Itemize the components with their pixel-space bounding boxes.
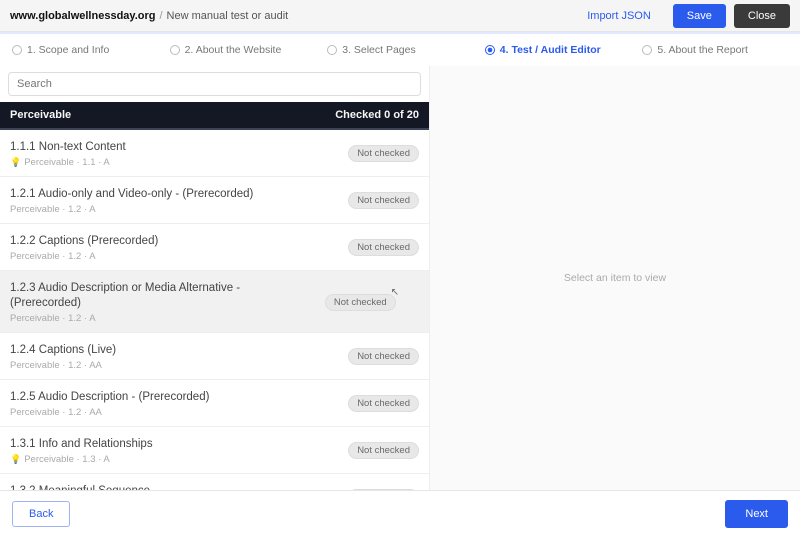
criteria-title: 1.2.4 Captions (Live) bbox=[10, 343, 116, 358]
criteria-subtitle: Perceivable · 1.2 · AA bbox=[10, 407, 209, 418]
criteria-row[interactable]: 1.2.2 Captions (Prerecorded) Perceivable … bbox=[0, 224, 429, 271]
criteria-subtitle-text: Perceivable · 1.2 · AA bbox=[10, 407, 102, 418]
status-badge: Not checked bbox=[348, 192, 419, 209]
search-input[interactable] bbox=[8, 72, 421, 96]
body: Perceivable Checked 0 of 20 1.1.1 Non-te… bbox=[0, 66, 800, 490]
right-panel: Select an item to view bbox=[430, 66, 800, 490]
bulb-icon: 💡 bbox=[10, 454, 21, 465]
criteria-title: 1.1.1 Non-text Content bbox=[10, 140, 126, 155]
left-panel: Perceivable Checked 0 of 20 1.1.1 Non-te… bbox=[0, 66, 430, 490]
criteria-subtitle-text: Perceivable · 1.2 · AA bbox=[10, 360, 102, 371]
step-label: 2. About the Website bbox=[185, 44, 282, 56]
criteria-subtitle: Perceivable · 1.2 · AA bbox=[10, 360, 116, 371]
criteria-list[interactable]: 1.1.1 Non-text Content💡Perceivable · 1.1… bbox=[0, 130, 429, 490]
group-header: Perceivable Checked 0 of 20 bbox=[0, 102, 429, 130]
step[interactable]: 1. Scope and Info bbox=[6, 44, 164, 56]
criteria-title: 1.2.1 Audio-only and Video-only - (Prere… bbox=[10, 187, 253, 202]
criteria-text: 1.2.3 Audio Description or Media Alterna… bbox=[10, 281, 310, 324]
step-label: 4. Test / Audit Editor bbox=[500, 44, 601, 56]
criteria-row[interactable]: 1.2.4 Captions (Live) Perceivable · 1.2 ·… bbox=[0, 333, 429, 380]
status-badge: Not checked bbox=[348, 145, 419, 162]
breadcrumb-separator: / bbox=[159, 10, 162, 22]
criteria-text: 1.2.2 Captions (Prerecorded) Perceivable … bbox=[10, 234, 158, 262]
criteria-text: 1.1.1 Non-text Content 💡Perceivable · 1.1… bbox=[10, 140, 126, 168]
step[interactable]: 2. About the Website bbox=[164, 44, 322, 56]
step-circle-icon bbox=[12, 45, 22, 55]
criteria-title: 1.2.2 Captions (Prerecorded) bbox=[10, 234, 158, 249]
criteria-text: 1.2.5 Audio Description - (Prerecorded) P… bbox=[10, 390, 209, 418]
criteria-row[interactable]: 1.3.2 Meaningful SequencePerceivable · 1… bbox=[0, 474, 429, 491]
criteria-subtitle-text: Perceivable · 1.1 · A bbox=[24, 157, 110, 168]
criteria-row[interactable]: 1.2.5 Audio Description - (Prerecorded) P… bbox=[0, 380, 429, 427]
bulb-icon: 💡 bbox=[10, 157, 21, 168]
criteria-text: 1.2.1 Audio-only and Video-only - (Prere… bbox=[10, 187, 253, 215]
criteria-subtitle-text: Perceivable · 1.3 · A bbox=[24, 454, 110, 465]
close-button[interactable]: Close bbox=[734, 4, 790, 28]
import-json-button[interactable]: Import JSON bbox=[573, 4, 665, 28]
breadcrumb-page: New manual test or audit bbox=[167, 10, 289, 22]
step[interactable]: 5. About the Report bbox=[636, 44, 794, 56]
step-circle-icon bbox=[327, 45, 337, 55]
breadcrumb-domain: www.globalwellnessday.org bbox=[10, 10, 155, 22]
criteria-subtitle-text: Perceivable · 1.2 · A bbox=[10, 313, 96, 324]
criteria-subtitle: Perceivable · 1.2 · A bbox=[10, 313, 310, 324]
next-button[interactable]: Next bbox=[725, 500, 788, 528]
criteria-text: 1.3.1 Info and Relationships 💡Perceivable… bbox=[10, 437, 153, 465]
status-badge: Not checked bbox=[325, 294, 396, 311]
app-root: www.globalwellnessday.org / New manual t… bbox=[0, 0, 800, 536]
stepper: 1. Scope and Info 2. About the Website 3. … bbox=[0, 32, 800, 66]
criteria-subtitle: 💡Perceivable · 1.1 · A bbox=[10, 157, 126, 168]
cursor-icon: ↖ bbox=[391, 287, 399, 298]
footer: Back Next bbox=[0, 490, 800, 536]
search-wrap bbox=[0, 66, 429, 102]
criteria-row[interactable]: 1.2.3 Audio Description or Media Alterna… bbox=[0, 271, 429, 333]
criteria-row[interactable]: 1.1.1 Non-text Content 💡Perceivable · 1.1… bbox=[0, 130, 429, 177]
status-badge: Not checked bbox=[348, 348, 419, 365]
step[interactable]: 4. Test / Audit Editor bbox=[479, 44, 637, 56]
step-circle-icon bbox=[485, 45, 495, 55]
criteria-row[interactable]: 1.2.1 Audio-only and Video-only - (Prere… bbox=[0, 177, 429, 224]
criteria-title: 1.3.1 Info and Relationships bbox=[10, 437, 153, 452]
status-badge: Not checked bbox=[348, 239, 419, 256]
step[interactable]: 3. Select Pages bbox=[321, 44, 479, 56]
step-circle-icon bbox=[642, 45, 652, 55]
save-button[interactable]: Save bbox=[673, 4, 726, 28]
criteria-subtitle: Perceivable · 1.2 · A bbox=[10, 204, 253, 215]
group-title: Perceivable bbox=[10, 109, 71, 121]
step-circle-icon bbox=[170, 45, 180, 55]
criteria-subtitle-text: Perceivable · 1.2 · A bbox=[10, 251, 96, 262]
criteria-subtitle: Perceivable · 1.2 · A bbox=[10, 251, 158, 262]
criteria-subtitle: 💡Perceivable · 1.3 · A bbox=[10, 454, 153, 465]
criteria-title: 1.2.5 Audio Description - (Prerecorded) bbox=[10, 390, 209, 405]
back-button[interactable]: Back bbox=[12, 501, 70, 527]
criteria-row[interactable]: 1.3.1 Info and Relationships 💡Perceivable… bbox=[0, 427, 429, 474]
status-badge: Not checked bbox=[348, 395, 419, 412]
step-label: 1. Scope and Info bbox=[27, 44, 109, 56]
step-label: 3. Select Pages bbox=[342, 44, 416, 56]
step-label: 5. About the Report bbox=[657, 44, 747, 56]
status-badge: Not checked bbox=[348, 442, 419, 459]
empty-state-text: Select an item to view bbox=[564, 272, 666, 284]
topbar: www.globalwellnessday.org / New manual t… bbox=[0, 0, 800, 32]
criteria-text: 1.2.4 Captions (Live) Perceivable · 1.2 ·… bbox=[10, 343, 116, 371]
group-count: Checked 0 of 20 bbox=[335, 109, 419, 121]
criteria-title: 1.2.3 Audio Description or Media Alterna… bbox=[10, 281, 310, 311]
criteria-subtitle-text: Perceivable · 1.2 · A bbox=[10, 204, 96, 215]
